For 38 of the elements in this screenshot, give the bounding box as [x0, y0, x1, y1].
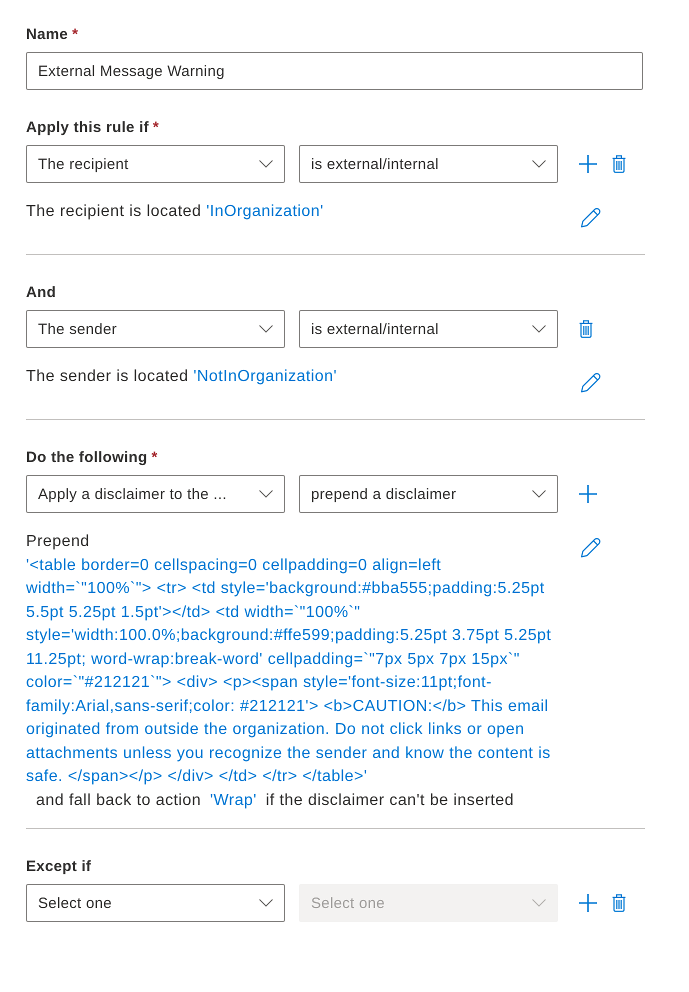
- chevron-down-icon: [259, 490, 273, 498]
- name-input[interactable]: External Message Warning: [26, 52, 643, 90]
- chevron-down-icon: [259, 325, 273, 333]
- condition-dropdown[interactable]: Apply a disclaimer to the ...: [26, 475, 285, 513]
- disclaimer-text: '<table border=0 cellspacing=0 cellpadding=0 align=left width=`"100%`"> <tr> <td style='background:#bba555;padding:5.25pt 5.5pt 5.25pt 1.5pt'></td> <td width=`"100%`" style='width:100.0%;background:#ffe599;padding:5.25pt 3.75pt 5.25pt 11.25pt; word-wrap:break-word' cellpadding=`"7px 5px 7px 15px`" color=`"#212121`"> <div> <p><span style='font-size:11pt;font-family:Arial,sans-serif;color: #212121'> <b>CAUTION:</b> This email originated from outside the organization. Do not click links or open attachments unless you recognize the sender and know the content is safe. </span></p> </div> </td> </tr> </table>': [26, 556, 552, 787]
- condition-dropdown[interactable]: Select one: [26, 884, 285, 922]
- chevron-down-icon: [259, 160, 273, 168]
- chevron-down-icon: [532, 160, 546, 168]
- chevron-down-icon: [259, 899, 273, 907]
- condition-dropdown[interactable]: is external/internal: [299, 145, 558, 183]
- delete-icon[interactable]: [612, 894, 626, 912]
- condition-dropdown[interactable]: The recipient: [26, 145, 285, 183]
- section-label: Apply this rule if: [26, 118, 149, 138]
- rule-summary: The recipient is located 'InOrganization': [26, 202, 325, 222]
- delete-icon[interactable]: [612, 155, 626, 173]
- delete-icon[interactable]: [579, 320, 593, 338]
- section-label: Do the following: [26, 448, 148, 468]
- required-marker: *: [152, 118, 160, 138]
- required-marker: *: [151, 448, 158, 468]
- edit-icon[interactable]: [581, 538, 601, 558]
- action-label: Prepend: [26, 532, 91, 552]
- rule-summary: The sender is located 'NotInOrganization': [26, 367, 338, 387]
- section-label: And: [26, 283, 56, 303]
- field-label: Name: [26, 25, 68, 45]
- chevron-down-icon: [532, 490, 546, 498]
- chevron-down-icon: [532, 325, 546, 333]
- add-icon[interactable]: [579, 155, 597, 173]
- chevron-down-icon: [532, 899, 546, 907]
- condition-dropdown[interactable]: The sender: [26, 310, 285, 348]
- add-icon[interactable]: [579, 894, 597, 912]
- section-label: Except if: [26, 857, 92, 877]
- condition-dropdown[interactable]: is external/internal: [299, 310, 558, 348]
- add-icon[interactable]: [579, 485, 597, 503]
- condition-dropdown[interactable]: prepend a disclaimer: [299, 475, 558, 513]
- edit-icon[interactable]: [581, 208, 601, 228]
- required-marker: *: [72, 25, 78, 45]
- edit-icon[interactable]: [581, 373, 601, 393]
- rule-summary: and fall back to action 'Wrap' if the disclaimer can't be inserted: [35, 790, 515, 810]
